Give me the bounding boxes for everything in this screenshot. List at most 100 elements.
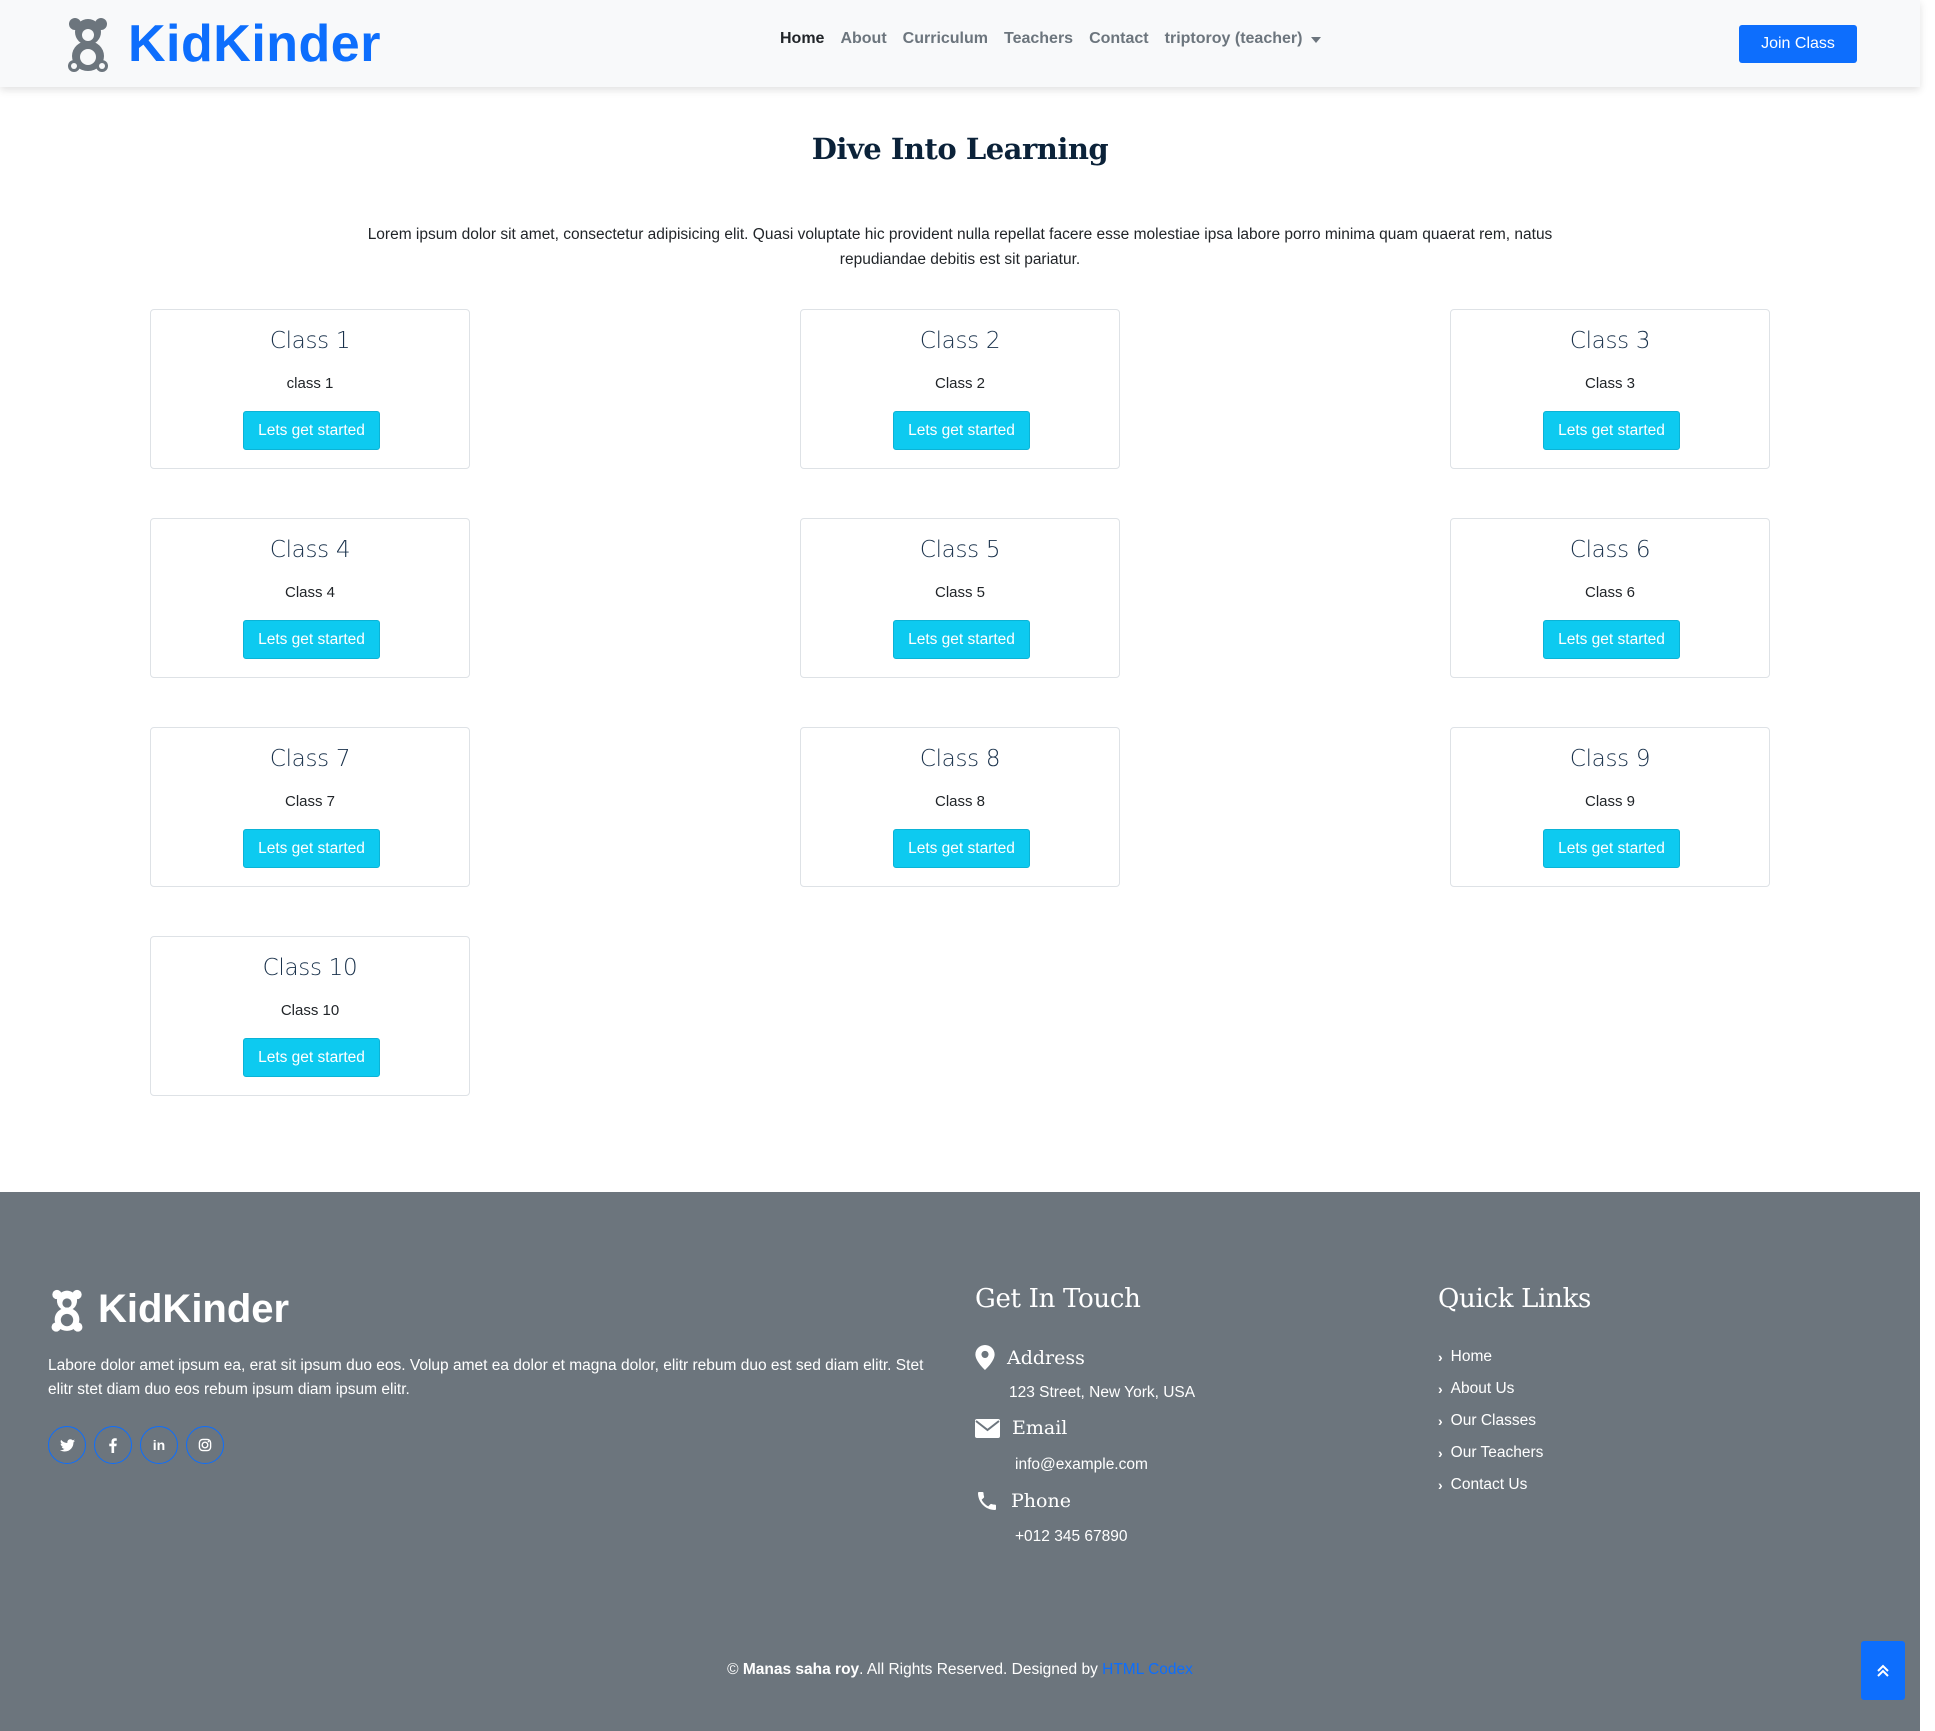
class-description: Class 10 — [280, 1002, 340, 1019]
quick-link-about[interactable]: › About Us — [1438, 1380, 1514, 1398]
get-started-button[interactable]: Lets get started — [243, 1038, 380, 1077]
copyright-text: . All Rights Reserved. Designed by — [859, 1661, 1098, 1678]
nav-curriculum[interactable]: Curriculum — [903, 30, 988, 48]
chevron-right-icon: › — [1438, 1445, 1443, 1461]
main-nav: Home About Curriculum Teachers Contact t… — [780, 30, 1337, 48]
class-card: Class 1 class 1 Lets get started — [150, 309, 470, 469]
class-description: Class 2 — [934, 375, 986, 392]
get-started-button[interactable]: Lets get started — [893, 620, 1030, 659]
join-class-button[interactable]: Join Class — [1739, 25, 1857, 63]
class-title: Class 7 — [269, 746, 351, 772]
navbar: KidKinder Home About Curriculum Teachers… — [0, 0, 1920, 87]
double-chevron-up-icon — [1877, 1664, 1889, 1677]
facebook-icon[interactable] — [94, 1426, 132, 1464]
class-card: Class 5 Class 5 Lets get started — [800, 518, 1120, 678]
class-description: class 1 — [286, 375, 334, 392]
user-role: (teacher) — [1234, 30, 1303, 47]
class-description: Class 6 — [1584, 584, 1636, 601]
class-description: Class 7 — [284, 793, 336, 810]
class-description: Class 5 — [934, 584, 986, 601]
phone-icon — [978, 1492, 996, 1510]
class-card: Class 6 Class 6 Lets get started — [1450, 518, 1770, 678]
get-started-button[interactable]: Lets get started — [243, 829, 380, 868]
class-card: Class 2 Class 2 Lets get started — [800, 309, 1120, 469]
class-card: Class 4 Class 4 Lets get started — [150, 518, 470, 678]
page-lead: Lorem ipsum dolor sit amet, consectetur … — [367, 226, 1553, 268]
class-title: Class 4 — [269, 537, 351, 563]
nav-home[interactable]: Home — [780, 30, 824, 48]
caret-down-icon — [1311, 36, 1322, 43]
class-card: Class 3 Class 3 Lets get started — [1450, 309, 1770, 469]
chevron-right-icon: › — [1438, 1413, 1443, 1429]
email-label: Email — [1012, 1417, 1068, 1439]
teddy-bear-icon — [51, 1289, 83, 1332]
class-title: Class 8 — [919, 746, 1001, 772]
user-name: triptoroy — [1164, 30, 1231, 47]
footer: KidKinder Labore dolor amet ipsum ea, er… — [0, 1192, 1920, 1731]
quick-link-contact[interactable]: › Contact Us — [1438, 1476, 1527, 1494]
get-started-button[interactable]: Lets get started — [1543, 620, 1680, 659]
class-title: Class 1 — [269, 328, 351, 354]
address-value: 123 Street, New York, USA — [1009, 1384, 1196, 1401]
twitter-icon[interactable] — [48, 1426, 86, 1464]
designer-link[interactable]: HTML Codex — [1102, 1661, 1193, 1678]
instagram-icon[interactable] — [186, 1426, 224, 1464]
get-started-button[interactable]: Lets get started — [893, 411, 1030, 450]
get-started-button[interactable]: Lets get started — [1543, 411, 1680, 450]
phone-value: +012 345 67890 — [1015, 1528, 1128, 1545]
class-title: Class 2 — [919, 328, 1001, 354]
class-card: Class 10 Class 10 Lets get started — [150, 936, 470, 1096]
class-card: Class 7 Class 7 Lets get started — [150, 727, 470, 887]
address-label: Address — [1007, 1346, 1085, 1369]
copyright-owner: Manas saha roy — [742, 1661, 860, 1678]
nav-teachers[interactable]: Teachers — [1004, 30, 1073, 48]
footer-about: Labore dolor amet ipsum ea, erat sit ips… — [48, 1357, 924, 1398]
nav-contact[interactable]: Contact — [1089, 30, 1149, 48]
address-row: Address — [975, 1345, 1085, 1370]
teddy-bear-icon — [68, 18, 108, 72]
class-card: Class 8 Class 8 Lets get started — [800, 727, 1120, 887]
back-to-top-button[interactable] — [1861, 1641, 1905, 1700]
phone-row: Phone — [975, 1489, 1071, 1513]
quick-link-label: Contact Us — [1450, 1476, 1528, 1493]
chevron-right-icon: › — [1438, 1381, 1443, 1397]
linkedin-icon[interactable]: in — [140, 1426, 178, 1464]
user-dropdown[interactable]: triptoroy (teacher) — [1165, 30, 1322, 48]
footer-brand[interactable]: KidKinder — [50, 1287, 289, 1332]
get-started-button[interactable]: Lets get started — [893, 829, 1030, 868]
class-card: Class 9 Class 9 Lets get started — [1450, 727, 1770, 887]
copyright: © Manas saha roy. All Rights Reserved. D… — [0, 1661, 1920, 1679]
email-row: Email — [975, 1417, 1067, 1439]
copyright-symbol: © — [727, 1661, 739, 1678]
chevron-right-icon: › — [1438, 1349, 1443, 1365]
email-value[interactable]: info@example.com — [1015, 1456, 1148, 1474]
class-title: Class 9 — [1569, 746, 1651, 772]
envelope-icon — [975, 1418, 1000, 1438]
class-description: Class 3 — [1584, 375, 1636, 392]
phone-label: Phone — [1011, 1490, 1071, 1512]
quick-link-home[interactable]: › Home — [1438, 1348, 1492, 1366]
page-title: Dive Into Learning — [811, 132, 1109, 166]
get-started-button[interactable]: Lets get started — [243, 411, 380, 450]
footer-brand-name: KidKinder — [98, 1287, 290, 1331]
quick-link-teachers[interactable]: › Our Teachers — [1438, 1444, 1543, 1462]
quick-links-heading: Quick Links — [1438, 1284, 1592, 1314]
get-started-button[interactable]: Lets get started — [243, 620, 380, 659]
get-started-button[interactable]: Lets get started — [1543, 829, 1680, 868]
contact-heading: Get In Touch — [975, 1284, 1141, 1314]
quick-link-classes[interactable]: › Our Classes — [1438, 1412, 1536, 1430]
quick-link-label: Our Teachers — [1450, 1444, 1544, 1461]
class-description: Class 9 — [1584, 793, 1636, 810]
class-description: Class 4 — [284, 584, 336, 601]
brand-logo[interactable]: KidKinder — [66, 14, 381, 74]
nav-about[interactable]: About — [840, 30, 886, 48]
class-title: Class 6 — [1569, 537, 1651, 563]
class-title: Class 3 — [1569, 328, 1651, 354]
chevron-right-icon: › — [1438, 1477, 1443, 1493]
class-title: Class 10 — [262, 955, 358, 981]
class-description: Class 8 — [934, 793, 986, 810]
social-links: in — [48, 1426, 232, 1464]
quick-link-label: Our Classes — [1450, 1412, 1536, 1429]
quick-link-label: Home — [1450, 1348, 1493, 1365]
map-marker-icon — [975, 1345, 995, 1370]
